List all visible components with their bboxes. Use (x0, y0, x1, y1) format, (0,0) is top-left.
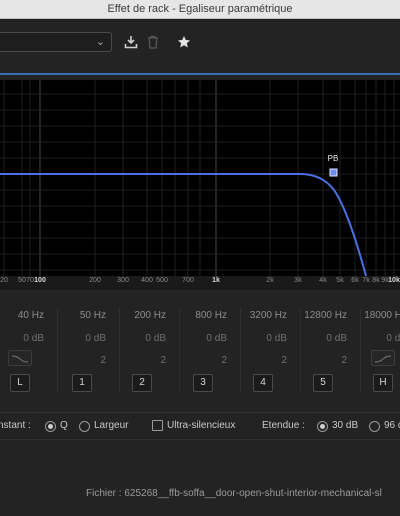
frequency-tick-label: 1k (212, 277, 220, 284)
band-gain[interactable]: 0 dB (0, 333, 58, 344)
frequency-tick-label: 400 (141, 277, 153, 284)
band-divider (179, 308, 180, 392)
status-bar: Fichier : 625268__ffb-soffa__door-open-s… (0, 484, 400, 504)
constant-q-radio[interactable] (45, 421, 56, 432)
eq-graph-canvas[interactable]: PB (0, 80, 400, 276)
ultra-quiet-label: Ultra-silencieux (167, 420, 236, 431)
preset-dropdown[interactable]: ⌄ (0, 32, 112, 52)
band-frequency[interactable]: 50 Hz (60, 310, 120, 321)
band-gain[interactable]: 0 dB (181, 333, 241, 344)
band-toggle-button[interactable]: 1 (72, 374, 92, 392)
range-label: Etendue : (262, 420, 305, 431)
constant-label: nstant : (0, 420, 31, 431)
band-q[interactable]: 2 (241, 355, 301, 366)
band-toggle-button[interactable]: 3 (193, 374, 213, 392)
band-column: 50 Hz 0 dB 2 1 (60, 298, 120, 396)
frequency-tick-label: 20 (0, 277, 8, 284)
band-toggle-button[interactable]: H (373, 374, 393, 392)
band-gain[interactable]: 0 dB (60, 333, 120, 344)
band-column: 12800 Hz 0 dB 2 5 (301, 298, 361, 396)
band-toggle-button[interactable]: 4 (253, 374, 273, 392)
band-gain[interactable]: 0 dB (361, 333, 400, 344)
range-30db-radio[interactable] (317, 421, 328, 432)
lowpass-handle[interactable] (329, 168, 338, 177)
frequency-tick-label: 200 (89, 277, 101, 284)
frequency-tick-label: 50 (18, 277, 26, 284)
frequency-axis: 20 50 70 100 200 300 400 500 700 1k 2k 3k 4k 5k 6k 7k 8k… (0, 276, 400, 290)
favorite-button[interactable] (175, 32, 193, 52)
frequency-tick-label: 70 (26, 277, 34, 284)
frequency-tick-label: 6k (351, 277, 359, 284)
options-row: nstant : Q Largeur Ultra-silencieux Eten… (0, 412, 400, 440)
delete-preset-button[interactable] (144, 32, 162, 52)
band-divider (57, 308, 58, 392)
band-q[interactable]: 2 (120, 355, 180, 366)
band-frequency[interactable]: 800 Hz (181, 310, 241, 321)
band-frequency[interactable]: 18000 Hz (361, 310, 400, 321)
frequency-tick-label: 500 (156, 277, 168, 284)
band-gain[interactable]: 0 dB (120, 333, 180, 344)
frequency-tick-label: 8k (372, 277, 380, 284)
constant-width-radio[interactable] (79, 421, 90, 432)
band-q[interactable]: 2 (301, 355, 361, 366)
band-column: 3200 Hz 0 dB 2 4 (241, 298, 301, 396)
band-gain[interactable]: 0 dB (241, 333, 301, 344)
download-save-icon (124, 36, 138, 49)
band-column: 800 Hz 0 dB 2 3 (181, 298, 241, 396)
band-controls: 40 Hz 0 dB L 50 Hz 0 dB 2 1 200 Hz 0 dB 2 2 800 Hz 0… (0, 298, 400, 398)
band-column: 40 Hz 0 dB L (0, 298, 58, 396)
eq-grid (0, 80, 400, 276)
lowpass-handle-label: PB (328, 154, 339, 163)
frequency-tick-label: 300 (117, 277, 129, 284)
band-q[interactable]: 2 (181, 355, 241, 366)
band-column: 18000 Hz 0 dB H (361, 298, 400, 396)
constant-width-label: Largeur (94, 420, 129, 431)
eq-graph[interactable]: PB (0, 80, 400, 276)
band-toggle-button[interactable]: 2 (132, 374, 152, 392)
frequency-tick-label: 5k (336, 277, 344, 284)
band-gain[interactable]: 0 dB (301, 333, 361, 344)
file-name: Fichier : 625268__ffb-soffa__door-open-s… (86, 488, 382, 499)
band-frequency[interactable]: 40 Hz (0, 310, 58, 321)
ultra-quiet-checkbox[interactable] (152, 420, 163, 431)
toolbar: ⌄ (0, 19, 400, 67)
frequency-tick-label: 700 (182, 277, 194, 284)
range-96db-label: 96 d (384, 420, 400, 431)
star-icon (178, 36, 190, 48)
window-titlebar: Effet de rack - Egaliseur paramétrique (0, 0, 400, 19)
frequency-tick-label: 4k (319, 277, 327, 284)
frequency-tick-label: 10k (388, 277, 400, 284)
frequency-tick-label: 3k (294, 277, 302, 284)
eq-response-curve (0, 173, 367, 276)
frequency-tick-label: 100 (34, 277, 46, 284)
band-frequency[interactable]: 3200 Hz (241, 310, 301, 321)
band-frequency[interactable]: 12800 Hz (301, 310, 361, 321)
accent-divider (0, 73, 400, 75)
band-q[interactable]: 2 (60, 355, 120, 366)
high-shelf-icon[interactable] (371, 350, 395, 366)
band-toggle-button[interactable]: L (10, 374, 30, 392)
range-96db-radio[interactable] (369, 421, 380, 432)
frequency-tick-label: 7k (362, 277, 370, 284)
band-frequency[interactable]: 200 Hz (120, 310, 180, 321)
trash-icon (148, 35, 158, 49)
band-column: 200 Hz 0 dB 2 2 (120, 298, 180, 396)
low-shelf-icon[interactable] (8, 350, 32, 366)
chevron-down-icon: ⌄ (95, 36, 105, 48)
range-30db-label: 30 dB (332, 420, 359, 431)
window-title: Effet de rack - Egaliseur paramétrique (107, 3, 293, 15)
save-preset-button[interactable] (122, 32, 140, 52)
frequency-tick-label: 2k (266, 277, 274, 284)
band-toggle-button[interactable]: 5 (313, 374, 333, 392)
constant-q-label: Q (60, 420, 68, 431)
